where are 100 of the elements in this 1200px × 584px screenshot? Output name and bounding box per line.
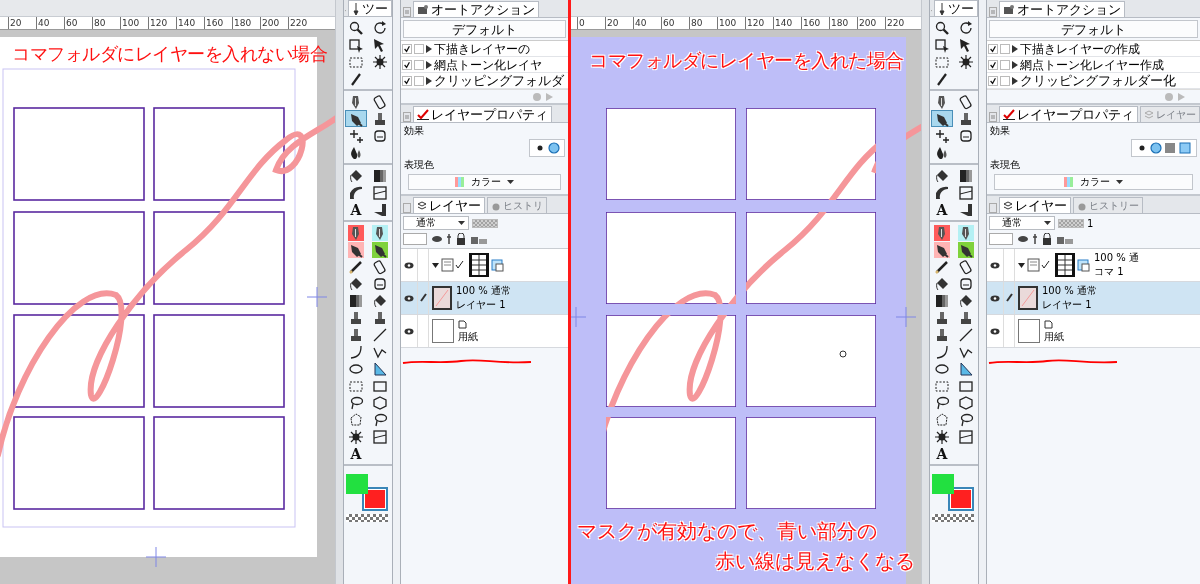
text-tool-button[interactable]: A (345, 201, 367, 218)
tool-button[interactable] (345, 110, 367, 127)
grip-icon[interactable] (989, 112, 997, 122)
action-label[interactable]: クリッピングフォルダー化 (1020, 73, 1176, 88)
checkbox[interactable] (414, 43, 424, 54)
effect-buttons[interactable] (529, 139, 565, 157)
grip-icon[interactable] (989, 7, 997, 17)
grip-icon[interactable] (403, 7, 411, 17)
color-swatch[interactable] (932, 474, 954, 494)
ruler-label: 80 (689, 17, 717, 29)
layer-row[interactable]: 100 % 通常 レイヤー 1 (401, 282, 568, 315)
text-tool-button[interactable]: A (931, 201, 953, 218)
panel-tab[interactable]: レイヤープロパティ (999, 106, 1138, 122)
panel-tab[interactable]: オートアクション (999, 1, 1125, 17)
action-label[interactable]: 網点トーン化レイヤー作成 (1020, 57, 1164, 72)
panel-thumbnail (1055, 253, 1075, 277)
action-label[interactable]: 下描きレイヤーの作成 (1020, 41, 1140, 56)
mask-icon (491, 258, 504, 272)
caret-icon (507, 180, 514, 184)
panel-tab[interactable]: オートアクション (413, 1, 539, 17)
eye-icon[interactable] (990, 327, 1000, 335)
vertical-scrollbar[interactable] (335, 0, 343, 584)
panel-tab[interactable]: レイヤー (413, 197, 485, 213)
eye-icon[interactable] (404, 294, 414, 302)
frame-icon (958, 184, 974, 201)
page-icon (458, 319, 467, 329)
lasso-icon (958, 411, 974, 428)
panel-tab[interactable]: レイヤープロパティ (413, 106, 552, 122)
grip-icon[interactable] (989, 203, 997, 213)
eye-icon[interactable] (990, 261, 1000, 269)
layer-row[interactable] (401, 249, 568, 282)
layer-row[interactable]: 100 % 通常 レイヤー 1 (987, 282, 1200, 315)
color-swatch[interactable] (364, 489, 386, 509)
action-label[interactable]: クリッピングフォルダ (434, 73, 564, 88)
layer-thumbnail (432, 286, 452, 310)
bucket-icon (958, 292, 974, 309)
action-label[interactable]: 網点トーン化レイヤ (434, 57, 542, 72)
checkmark-icon (403, 43, 411, 54)
hexagon-icon (372, 394, 388, 411)
expand-arrow-icon[interactable] (1018, 262, 1025, 268)
color-mode-dropdown[interactable]: カラー (408, 174, 561, 190)
eye-icon[interactable] (990, 294, 1000, 302)
layer-name: レイヤー 1 (456, 299, 507, 311)
layer-row[interactable]: 用紙 (401, 315, 568, 348)
stamp-icon (958, 110, 974, 127)
layer-row[interactable]: 100 % 通 コマ 1 (987, 249, 1200, 282)
checkbox[interactable] (1000, 43, 1010, 54)
checkbox[interactable] (414, 75, 424, 86)
checkbox[interactable] (1000, 59, 1010, 70)
checkbox[interactable] (402, 59, 412, 70)
frame-icon (372, 184, 388, 201)
layer-color-dropdown[interactable] (403, 233, 427, 245)
ruler-label: 200 (857, 17, 885, 29)
color-mode-dropdown[interactable]: カラー (994, 174, 1193, 190)
eye-icon[interactable] (404, 327, 414, 335)
section-label: 効果 (990, 125, 1011, 137)
eye-icon[interactable] (404, 261, 414, 269)
blend-mode-dropdown[interactable]: 通常 (989, 216, 1055, 230)
section-label: 表現色 (404, 159, 435, 171)
ruler-label: 180 (232, 17, 260, 29)
text-tool-button[interactable]: A (345, 445, 367, 462)
handwritten-note: マスクが有効なので、青い部分の (577, 518, 878, 545)
stamp-icon (958, 309, 974, 326)
color-swatch[interactable] (950, 489, 972, 509)
panel-tab[interactable]: レイヤー (999, 197, 1071, 213)
action-set-dropdown[interactable]: デフォルト (403, 20, 566, 38)
pencil-icon (348, 258, 364, 275)
opacity-slider[interactable] (1058, 218, 1084, 228)
transparent-swatch[interactable] (346, 514, 388, 522)
opacity-slider[interactable] (472, 218, 498, 228)
checkbox[interactable] (414, 59, 424, 70)
expand-arrow-icon[interactable] (432, 262, 439, 268)
checkbox[interactable] (988, 43, 998, 54)
layer-color-dropdown[interactable] (989, 233, 1013, 245)
checkbox[interactable] (402, 75, 412, 86)
grip-icon[interactable] (403, 203, 411, 213)
vertical-scrollbar[interactable] (921, 0, 929, 584)
layers-icon (417, 200, 427, 211)
color-swatch[interactable] (346, 474, 368, 494)
checkbox[interactable] (1000, 75, 1010, 86)
layer-row[interactable]: 用紙 (987, 315, 1200, 348)
checkbox[interactable] (402, 43, 412, 54)
layers-icon (1003, 200, 1013, 211)
gradient-square-icon (372, 167, 388, 184)
grip-icon[interactable] (403, 112, 411, 122)
gear-icon (372, 53, 388, 70)
checkbox[interactable] (988, 59, 998, 70)
caret-icon (458, 221, 465, 225)
action-label[interactable]: 下描きレイヤーの (434, 41, 530, 56)
sparkle-icon (348, 127, 364, 144)
blend-mode-dropdown[interactable]: 通常 (403, 216, 469, 230)
tool-button[interactable] (931, 110, 953, 127)
checkbox[interactable] (988, 75, 998, 86)
crosshair-mark (895, 306, 917, 328)
pen-icon (419, 293, 427, 303)
transparent-swatch[interactable] (932, 514, 974, 522)
panel-tab[interactable]: ツー (934, 0, 978, 16)
panel-tab[interactable]: ツー (348, 0, 392, 16)
text-tool-button[interactable]: A (931, 445, 953, 462)
action-set-dropdown[interactable]: デフォルト (989, 20, 1198, 38)
